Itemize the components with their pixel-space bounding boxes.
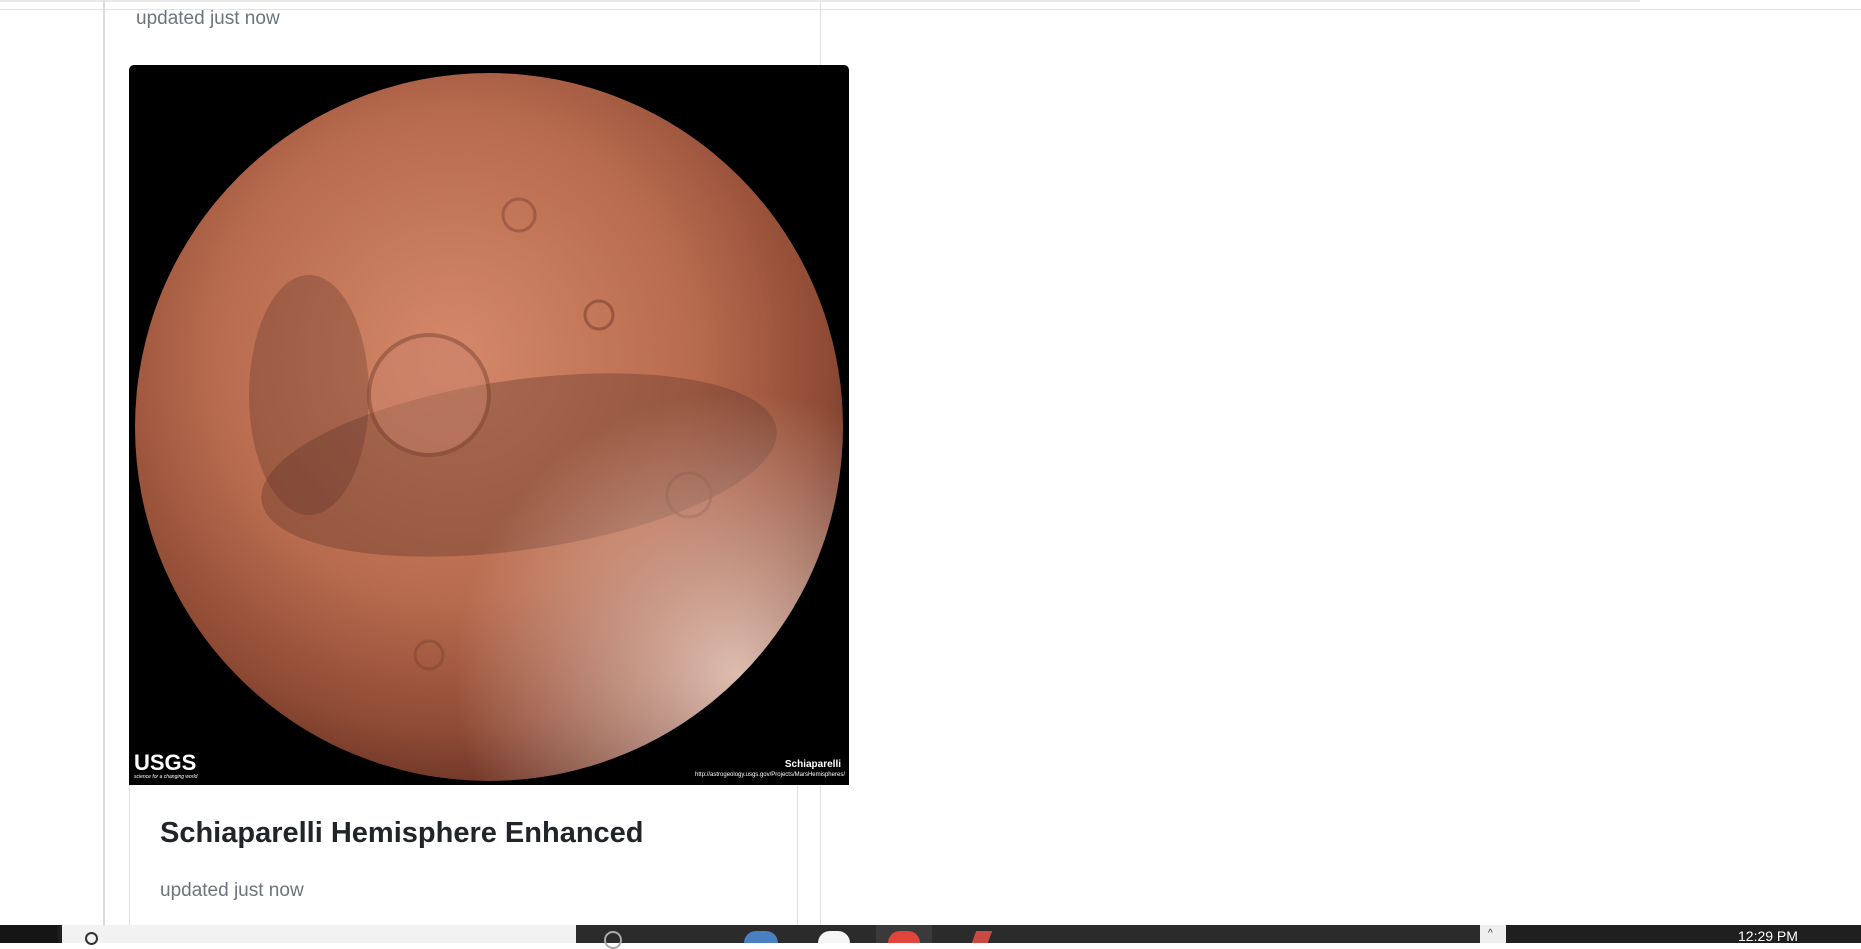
taskbar-apps: [576, 925, 1480, 949]
card-updated: updated just now: [160, 880, 304, 901]
usgs-logo: USGS science for a changing world: [134, 750, 198, 780]
app-icon[interactable]: [604, 931, 622, 949]
app-icon[interactable]: [971, 931, 993, 943]
taskbar-clock[interactable]: 12:29 PM: [1738, 928, 1798, 944]
image-caption: Schiaparelli: [784, 759, 841, 770]
previous-card-updated: updated just now: [136, 8, 280, 29]
show-hidden-icons[interactable]: ^: [1480, 925, 1506, 943]
search-icon: [85, 932, 98, 945]
content-left-border: [103, 0, 105, 925]
taskbar-search[interactable]: [62, 925, 576, 945]
card-title[interactable]: Schiaparelli Hemisphere Enhanced: [160, 817, 644, 850]
hemisphere-card: USGS science for a changing world Schiapa…: [129, 65, 849, 935]
windows-taskbar: ^ 12:29 PM: [0, 925, 1861, 949]
app-icon[interactable]: [818, 931, 850, 943]
mars-planet-image: [135, 73, 843, 781]
start-button[interactable]: [0, 925, 58, 943]
card-body: Schiaparelli Hemisphere Enhanced updated…: [129, 785, 798, 935]
card-image[interactable]: USGS science for a changing world Schiapa…: [129, 65, 849, 785]
app-icon[interactable]: [744, 931, 778, 943]
image-caption-url: http://astrogeology.usgs.gov/Projects/Ma…: [695, 772, 845, 778]
chrome-icon[interactable]: [888, 931, 920, 943]
chevron-up-icon: ^: [1488, 928, 1493, 939]
